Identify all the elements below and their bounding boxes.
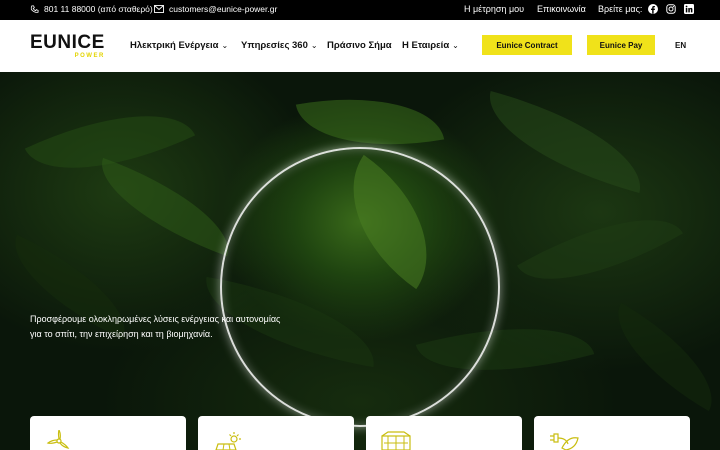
email-address: customers@eunice-power.gr [169,4,278,14]
wind-turbine-icon [44,430,74,450]
nav-company-label: Η Εταιρεία [402,40,450,51]
nav-company[interactable]: Η Εταιρεία ⌄ [402,40,459,51]
hero-banner: Προσφέρουμε ολοκληρωμένες λύσεις ενέργει… [0,72,720,450]
logo-subtitle: POWER [74,53,105,59]
eunice-pay-button[interactable]: Eunice Pay [587,35,655,55]
eunice-logo[interactable]: EUNICE POWER [30,32,105,59]
solar-panel-icon [212,430,244,450]
envelope-icon [154,5,164,13]
language-switch[interactable]: EN [675,41,686,50]
find-us-label: Βρείτε μας: [598,4,643,14]
top-bar: 801 11 88000 (από σταθερό) customers@eun… [0,0,720,20]
nav-green-label: Πράσινο Σήμα [327,40,392,51]
chevron-down-icon: ⌄ [310,41,318,50]
nav-green-badge[interactable]: Πράσινο Σήμα [327,40,392,51]
service-card-storage[interactable] [366,416,522,450]
my-meter-link[interactable]: Η μέτρηση μου [464,4,524,14]
hero-tagline: Προσφέρουμε ολοκληρωμένες λύσεις ενέργει… [30,314,281,339]
phone-link[interactable]: 801 11 88000 (από σταθερό) [30,4,153,14]
phone-icon [30,4,39,14]
email-link[interactable]: customers@eunice-power.gr [154,4,277,14]
service-card-solar[interactable] [198,416,354,450]
eunice-contract-button[interactable]: Eunice Contract [482,35,572,55]
phone-number: 801 11 88000 (από σταθερό) [44,4,153,14]
glowing-ring [220,147,500,427]
chevron-down-icon: ⌄ [452,41,459,50]
nav-electricity-label: Ηλεκτρική Ενέργεια [130,40,219,51]
facebook-icon[interactable] [648,4,658,14]
linkedin-icon[interactable] [684,4,694,14]
social-links [648,4,694,14]
service-card-ev[interactable] [534,416,690,450]
main-header: EUNICE POWER Ηλεκτρική Ενέργεια ⌄ Υπηρεσ… [0,20,720,72]
chevron-down-icon: ⌄ [221,41,229,50]
nav-electricity[interactable]: Ηλεκτρική Ενέργεια ⌄ [130,40,228,51]
service-card-wind[interactable] [30,416,186,450]
nav-services-label: Υπηρεσίες 360 [241,40,308,51]
ev-charging-icon [548,430,580,450]
contact-link[interactable]: Επικοινωνία [537,4,586,14]
battery-storage-icon [380,430,412,450]
nav-services-360[interactable]: Υπηρεσίες 360 ⌄ [241,40,318,51]
instagram-icon[interactable] [666,4,676,14]
logo-wordmark: EUNICE [30,32,105,53]
